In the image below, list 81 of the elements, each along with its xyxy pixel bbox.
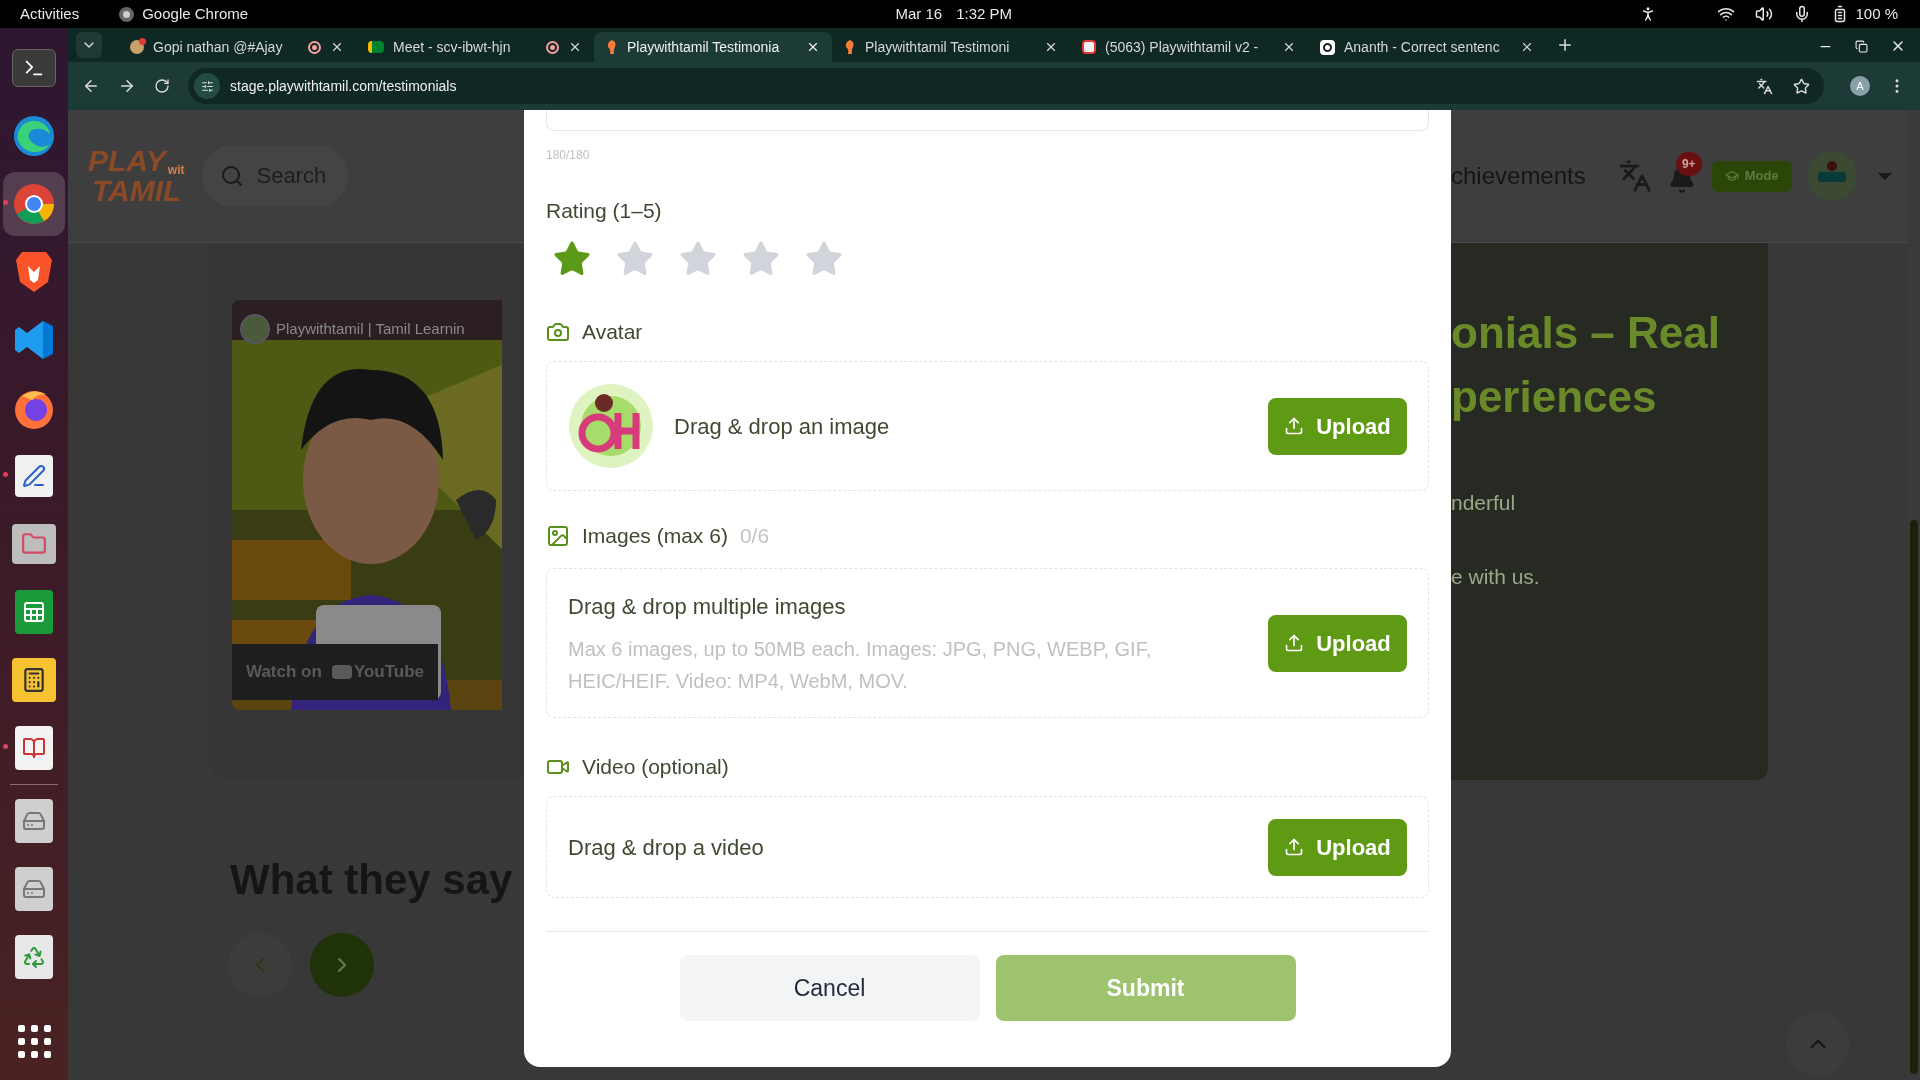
drive-icon (15, 867, 53, 911)
character-count: 180/180 (546, 147, 591, 163)
date-text[interactable]: Mar 16 (895, 2, 943, 26)
cancel-button[interactable]: Cancel (679, 955, 980, 1021)
video-call-icon (368, 41, 384, 53)
url-text[interactable]: stage.playwithtamil.com/testimonials (230, 75, 1746, 97)
translate-icon[interactable] (1756, 77, 1773, 95)
drop-title: Drag & drop a video (568, 833, 765, 862)
file-count: 0/6 (739, 523, 770, 550)
logo-text: wit (167, 164, 185, 176)
app-icon (1082, 40, 1096, 54)
terminal-icon (12, 49, 56, 87)
video-player[interactable]: Playwithtamil | Tamil Learnin Watch on YouTube (232, 300, 502, 710)
section-label: Images (max 6) (582, 523, 728, 550)
site-settings-icon[interactable] (194, 73, 220, 99)
upload-icon (1284, 633, 1305, 653)
section-label: Avatar (582, 319, 643, 346)
swirl-icon (12, 114, 56, 158)
upload-icon (1284, 837, 1305, 857)
hero-title-line: periences (1451, 371, 1658, 423)
battery-text: 100 % (1855, 3, 1898, 24)
bookmark-icon[interactable] (1793, 77, 1810, 95)
clock-text[interactable]: 1:32 PM (956, 2, 1013, 26)
drop-zone[interactable]: Drag & drop an image Upload (546, 361, 1429, 491)
spreadsheet-icon (15, 590, 53, 634)
address-bar[interactable]: stage.playwithtamil.com/testimonials (188, 68, 1824, 104)
tab-search-button[interactable] (76, 32, 102, 58)
close-tab-icon[interactable] (330, 40, 344, 54)
section-label: Video (optional) (582, 754, 729, 781)
volume-icon[interactable] (1755, 5, 1774, 23)
dock-item[interactable] (3, 172, 65, 236)
browser-tab[interactable]: Gopi nathan @#Ajay (118, 32, 356, 62)
browser-icon (12, 182, 56, 226)
text-area-field[interactable] (546, 110, 1429, 131)
folder-icon (12, 524, 56, 564)
rating-label: Rating (1–5) (546, 199, 663, 223)
drop-title: Drag & drop an image (674, 412, 891, 441)
logo-text: TAMIL (92, 176, 183, 206)
mascot-icon (844, 39, 856, 55)
document-viewer-icon (15, 726, 53, 770)
forward-icon[interactable] (118, 77, 136, 95)
close-tab-icon[interactable] (1044, 40, 1058, 54)
mascot-icon (606, 39, 618, 55)
drop-title: Drag & drop multiple images (568, 592, 847, 621)
app-name[interactable]: Google Chrome (142, 2, 249, 26)
activities-button[interactable]: Activities (20, 2, 80, 26)
drive-icon (15, 799, 53, 843)
drop-zone[interactable]: Drag & drop multiple images Max 6 images, up to 50MB each. Images: JPG, PNG, WEBP, GIF, HEIC/HEIF. Video: MP4, WebM, MOV. Upload (546, 568, 1429, 718)
app-icon (119, 6, 135, 22)
restore-icon[interactable] (1855, 39, 1868, 53)
search-icon (220, 164, 245, 188)
text-editor-icon (15, 455, 53, 497)
browser-tab[interactable]: Playwithtamil Testimoni (832, 32, 1070, 62)
back-icon[interactable] (82, 77, 100, 95)
hero-text-line: nderful (1451, 490, 1517, 516)
image-icon (546, 524, 570, 548)
browser-tab[interactable]: Playwithtamil Testimonia (594, 32, 832, 62)
browser-tab[interactable]: Meet - scv-ibwt-hjn (356, 32, 594, 62)
close-tab-icon[interactable] (1282, 40, 1296, 54)
drop-hint: Max 6 images, up to 50MB each. Images: JPG, PNG, WEBP, GIF, HEIC/HEIF. Video: MP4, WebM, MOV. (568, 636, 1153, 694)
new-tab-icon[interactable] (1556, 36, 1574, 54)
browser-tab[interactable]: Ananth - Correct sentenc (1308, 32, 1546, 62)
notification-badge: 9+ (1675, 152, 1702, 176)
hero-text-line: e with us. (1451, 563, 1541, 590)
trash-icon (15, 935, 53, 979)
shield-icon (14, 250, 54, 294)
chat-ai-icon (1320, 39, 1335, 55)
browser-tab[interactable]: (5063) Playwithtamil v2 - (1070, 32, 1308, 62)
close-tab-icon[interactable] (806, 40, 820, 54)
chat-app-icon (130, 40, 144, 54)
wifi-icon[interactable] (1717, 5, 1736, 23)
calculator-icon (12, 658, 56, 702)
camera-icon (546, 320, 570, 344)
code-editor-icon (13, 319, 55, 361)
close-tab-icon[interactable] (1520, 40, 1534, 54)
close-tab-icon[interactable] (568, 40, 582, 54)
graduation-cap-icon (1724, 169, 1739, 183)
drop-zone[interactable]: Drag & drop a video Upload (546, 796, 1429, 898)
reload-icon[interactable] (154, 78, 170, 94)
hero-title-line: onials – Real (1451, 307, 1721, 359)
upload-icon (1284, 416, 1305, 436)
